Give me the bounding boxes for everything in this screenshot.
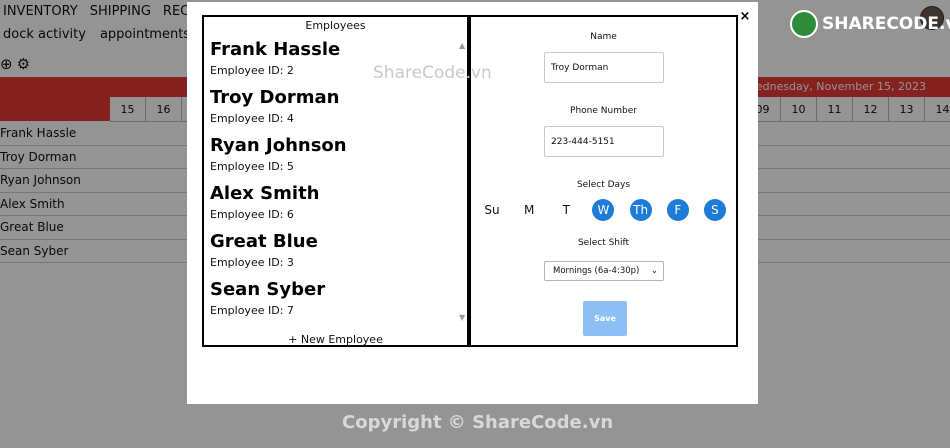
phone-input[interactable]: 223-444-5151 bbox=[544, 126, 664, 157]
employee-name: Frank Hassle bbox=[210, 39, 341, 60]
logo-icon bbox=[790, 10, 818, 38]
day-toggle-thursday[interactable]: Th bbox=[629, 199, 652, 221]
employees-title: Employees bbox=[305, 19, 366, 32]
employee-id: Employee ID: 4 bbox=[210, 112, 294, 125]
employee-id: Employee ID: 3 bbox=[210, 256, 294, 269]
employee-name: Troy Dorman bbox=[210, 87, 340, 108]
employee-item[interactable]: Great Blue Employee ID: 3 bbox=[210, 231, 450, 279]
employee-form-panel: Name Troy Dorman Phone Number 223-444-51… bbox=[469, 15, 738, 347]
sharecode-logo: SHARECODE.vn bbox=[790, 10, 950, 38]
watermark-copyright: Copyright © ShareCode.vn bbox=[342, 412, 614, 433]
day-toggle-tuesday[interactable]: T bbox=[555, 199, 577, 221]
day-toggle-friday[interactable]: F bbox=[666, 199, 689, 221]
name-input[interactable]: Troy Dorman bbox=[544, 52, 664, 83]
employee-name: Great Blue bbox=[210, 231, 318, 252]
employee-item[interactable]: Alex Smith Employee ID: 6 bbox=[210, 183, 450, 231]
day-picker: Su M T W Th F S bbox=[481, 199, 726, 221]
day-toggle-monday[interactable]: M bbox=[518, 199, 540, 221]
employee-name: Alex Smith bbox=[210, 183, 320, 204]
days-label: Select Days bbox=[576, 180, 631, 190]
employee-id: Employee ID: 7 bbox=[210, 304, 294, 317]
logo-text: SHARECODE.vn bbox=[822, 14, 950, 34]
employee-id: Employee ID: 5 bbox=[210, 160, 294, 173]
scroll-down-arrow-icon[interactable]: ▼ bbox=[459, 313, 465, 322]
employee-name: Ryan Johnson bbox=[210, 135, 347, 156]
day-toggle-wednesday[interactable]: W bbox=[592, 199, 615, 221]
scroll-up-arrow-icon[interactable]: ▲ bbox=[459, 41, 465, 50]
shift-label: Select Shift bbox=[577, 238, 630, 248]
day-toggle-saturday[interactable]: S bbox=[703, 199, 726, 221]
save-button[interactable]: Save bbox=[583, 301, 627, 336]
day-toggle-sunday[interactable]: Su bbox=[481, 199, 503, 221]
name-label: Name bbox=[590, 32, 617, 42]
employee-item[interactable]: Troy Dorman Employee ID: 4 bbox=[210, 87, 450, 135]
employee-name: Sean Syber bbox=[210, 279, 326, 300]
employee-item[interactable]: Ryan Johnson Employee ID: 5 bbox=[210, 135, 450, 183]
new-employee-button[interactable]: + New Employee bbox=[204, 333, 467, 346]
chevron-down-icon: ⌄ bbox=[650, 266, 658, 276]
employee-item[interactable]: Sean Syber Employee ID: 7 bbox=[210, 279, 450, 327]
close-icon[interactable]: × bbox=[739, 10, 751, 24]
watermark-center: ShareCode.vn bbox=[373, 63, 492, 83]
employee-id: Employee ID: 6 bbox=[210, 208, 294, 221]
shift-select-value: Mornings (6a-4:30p) bbox=[553, 266, 640, 276]
shift-select[interactable]: Mornings (6a-4:30p) ⌄ bbox=[544, 261, 664, 281]
phone-label: Phone Number bbox=[570, 106, 637, 116]
